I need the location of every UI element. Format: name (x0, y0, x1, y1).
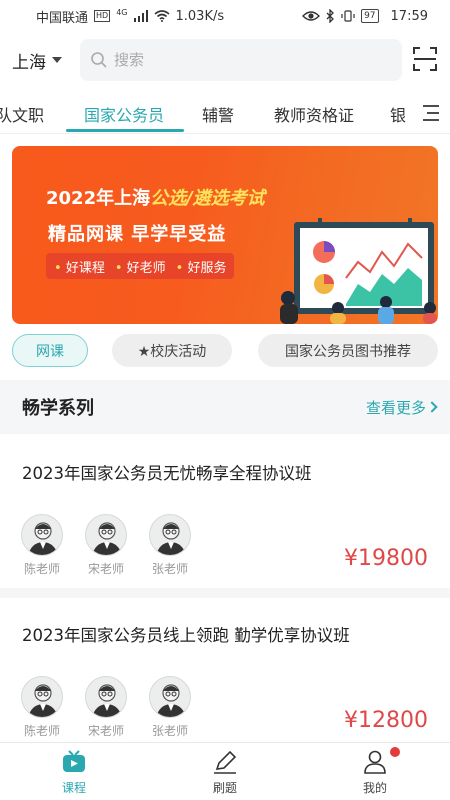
banner-tag: 好老师 (115, 257, 166, 276)
city-label: 上海 (12, 52, 46, 73)
avatar (85, 514, 127, 556)
avatar (21, 676, 63, 718)
network-type-label: 4G (116, 7, 128, 17)
nav-item-profile[interactable]: 我的 (335, 749, 415, 796)
search-icon (91, 52, 107, 68)
chevron-down-icon (52, 57, 62, 63)
teacher-avatar-icon (28, 522, 58, 555)
network-speed: 1.03K/s (175, 8, 225, 24)
teacher-name: 陈老师 (23, 724, 60, 738)
tab-item[interactable]: 辅警 (202, 102, 234, 126)
chip-book-recommend[interactable]: 国家公务员图书推荐 (258, 334, 438, 367)
promo-banner[interactable]: 2022年上海公选/遴选考试 精品网课 早学早受益 好课程 好老师 好服务 (12, 146, 438, 324)
teacher-avatar-icon (156, 684, 186, 717)
teacher-name: 张老师 (151, 724, 188, 738)
course-price: ¥12800 (344, 708, 428, 733)
teacher-item: 陈老师 (20, 676, 64, 739)
avatar (85, 676, 127, 718)
nav-label: 课程 (61, 781, 86, 795)
notification-dot (390, 747, 400, 757)
teacher-avatar-icon (156, 522, 186, 555)
course-card[interactable]: 2023年国家公务员无忧畅享全程协议班 陈老师 宋老师 张老师 ¥19800 (0, 436, 450, 588)
section-header: 畅学系列 查看更多 (0, 380, 450, 434)
avatar (149, 514, 191, 556)
nav-label: 刷题 (212, 781, 237, 795)
tab-item[interactable]: 教师资格证 (274, 102, 354, 126)
scan-icon[interactable] (412, 46, 438, 72)
status-right: 97 17:59 (302, 9, 428, 24)
wifi-icon (153, 10, 170, 22)
banner-tags: 好课程 好老师 好服务 (46, 253, 235, 279)
course-title: 2023年国家公务员无忧畅享全程协议班 (22, 464, 312, 483)
active-tab-indicator (66, 129, 184, 132)
teacher-item: 张老师 (148, 514, 192, 577)
banner-tag: 好课程 (54, 257, 105, 276)
user-icon (364, 750, 386, 774)
signal-icon (133, 10, 148, 22)
course-price: ¥19800 (344, 546, 428, 571)
teacher-item: 宋老师 (84, 676, 128, 739)
avatar (21, 514, 63, 556)
see-more-label: 查看更多 (365, 398, 426, 417)
nav-item-practice[interactable]: 刷题 (185, 749, 265, 796)
teacher-avatar-icon (92, 684, 122, 717)
banner-title-highlight: 公选/遴选考试 (150, 188, 265, 209)
section-title: 畅学系列 (22, 398, 94, 419)
status-left: 中国联通 HD 4G 1.03K/s (36, 7, 224, 26)
banner-illustration (280, 218, 437, 324)
banner-title: 2022年上海公选/遴选考试 (46, 184, 265, 210)
clock: 17:59 (390, 8, 428, 24)
teacher-name: 宋老师 (87, 562, 124, 576)
hd-badge: HD (94, 10, 111, 22)
nav-label: 我的 (362, 781, 387, 795)
chevron-right-icon (426, 401, 438, 413)
chip-anniversary[interactable]: ★校庆活动 (112, 334, 232, 367)
teacher-item: 陈老师 (20, 514, 64, 577)
chip-online-course[interactable]: 网课 (12, 334, 88, 367)
course-title: 2023年国家公务员线上领跑 勤学优享协议班 (22, 626, 350, 645)
eye-icon (302, 11, 321, 21)
tv-icon (63, 750, 85, 772)
teacher-avatar-icon (92, 522, 122, 555)
teacher-item: 宋老师 (84, 514, 128, 577)
filter-chips: 网课 ★校庆活动 国家公务员图书推荐 (0, 334, 450, 368)
menu-icon[interactable] (422, 102, 440, 124)
battery-indicator: 97 (361, 9, 379, 23)
nav-item-courses[interactable]: 课程 (34, 749, 114, 796)
search-bar[interactable] (80, 39, 402, 81)
tab-item[interactable]: 队文职 (0, 102, 44, 126)
pencil-icon (214, 750, 237, 774)
bottom-nav: 课程 刷题 我的 (0, 742, 450, 800)
banner-title-prefix: 2022年上海 (46, 188, 151, 209)
banner-subtitle: 精品网课 早学早受益 (48, 224, 227, 245)
app-root: 中国联通 HD 4G 1.03K/s 97 17:59 上海 搜索 队文职 国家… (0, 0, 450, 800)
course-card[interactable]: 2023年国家公务员线上领跑 勤学优享协议班 陈老师 宋老师 张老师 ¥1280… (0, 598, 450, 750)
city-selector[interactable]: 上海 (12, 48, 74, 73)
teacher-list: 陈老师 宋老师 张老师 (20, 514, 192, 577)
teacher-name: 张老师 (151, 562, 188, 576)
category-tabs: 队文职 国家公务员 辅警 教师资格证 银 (0, 96, 450, 134)
teacher-avatar-icon (28, 684, 58, 717)
carrier-label: 中国联通 (36, 10, 89, 26)
avatar (149, 676, 191, 718)
teacher-name: 陈老师 (23, 562, 60, 576)
search-input[interactable] (114, 51, 374, 69)
see-more-link[interactable]: 查看更多 (365, 397, 438, 418)
header-bar: 上海 (0, 38, 450, 82)
tab-item-active[interactable]: 国家公务员 (84, 102, 164, 126)
vibrate-icon (341, 10, 355, 22)
card-divider (0, 588, 450, 598)
bluetooth-icon (326, 9, 334, 23)
teacher-name: 宋老师 (87, 724, 124, 738)
banner-tag: 好服务 (176, 257, 226, 276)
status-bar: 中国联通 HD 4G 1.03K/s 97 17:59 (0, 0, 450, 32)
teacher-list: 陈老师 宋老师 张老师 (20, 676, 192, 739)
teacher-item: 张老师 (148, 676, 192, 739)
tab-item[interactable]: 银 (390, 102, 406, 126)
